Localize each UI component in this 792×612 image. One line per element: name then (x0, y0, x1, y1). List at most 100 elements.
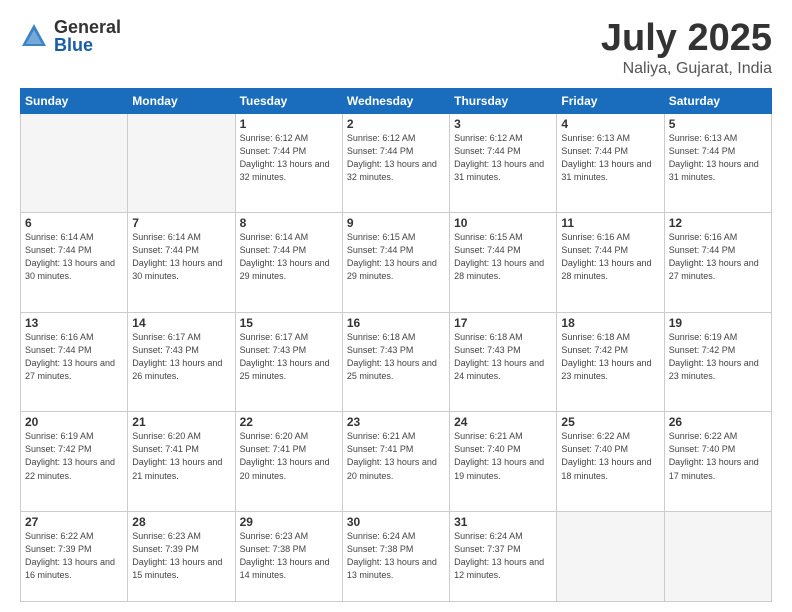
title-block: July 2025 Naliya, Gujarat, India (601, 18, 772, 78)
table-row: 19Sunrise: 6:19 AM Sunset: 7:42 PM Dayli… (664, 312, 771, 412)
day-info: Sunrise: 6:20 AM Sunset: 7:41 PM Dayligh… (240, 430, 338, 482)
day-info: Sunrise: 6:12 AM Sunset: 7:44 PM Dayligh… (454, 132, 552, 184)
table-row: 25Sunrise: 6:22 AM Sunset: 7:40 PM Dayli… (557, 412, 664, 512)
day-number: 4 (561, 117, 659, 131)
day-number: 29 (240, 515, 338, 529)
month-title: July 2025 (601, 18, 772, 60)
logo-icon (20, 22, 48, 50)
table-row (128, 113, 235, 213)
day-number: 10 (454, 216, 552, 230)
logo-general: General (54, 18, 121, 36)
day-number: 3 (454, 117, 552, 131)
day-number: 27 (25, 515, 123, 529)
location-title: Naliya, Gujarat, India (601, 60, 772, 78)
day-number: 16 (347, 316, 445, 330)
table-row (557, 511, 664, 601)
day-info: Sunrise: 6:14 AM Sunset: 7:44 PM Dayligh… (132, 231, 230, 283)
table-row: 4Sunrise: 6:13 AM Sunset: 7:44 PM Daylig… (557, 113, 664, 213)
day-number: 7 (132, 216, 230, 230)
day-info: Sunrise: 6:20 AM Sunset: 7:41 PM Dayligh… (132, 430, 230, 482)
table-row: 7Sunrise: 6:14 AM Sunset: 7:44 PM Daylig… (128, 213, 235, 313)
day-info: Sunrise: 6:22 AM Sunset: 7:39 PM Dayligh… (25, 530, 123, 582)
day-info: Sunrise: 6:19 AM Sunset: 7:42 PM Dayligh… (25, 430, 123, 482)
col-thursday: Thursday (450, 88, 557, 113)
day-number: 25 (561, 415, 659, 429)
day-number: 23 (347, 415, 445, 429)
day-info: Sunrise: 6:16 AM Sunset: 7:44 PM Dayligh… (25, 331, 123, 383)
day-number: 1 (240, 117, 338, 131)
day-info: Sunrise: 6:21 AM Sunset: 7:41 PM Dayligh… (347, 430, 445, 482)
day-number: 19 (669, 316, 767, 330)
day-info: Sunrise: 6:22 AM Sunset: 7:40 PM Dayligh… (669, 430, 767, 482)
day-info: Sunrise: 6:17 AM Sunset: 7:43 PM Dayligh… (132, 331, 230, 383)
table-row: 26Sunrise: 6:22 AM Sunset: 7:40 PM Dayli… (664, 412, 771, 512)
table-row: 16Sunrise: 6:18 AM Sunset: 7:43 PM Dayli… (342, 312, 449, 412)
day-number: 13 (25, 316, 123, 330)
table-row: 5Sunrise: 6:13 AM Sunset: 7:44 PM Daylig… (664, 113, 771, 213)
table-row: 10Sunrise: 6:15 AM Sunset: 7:44 PM Dayli… (450, 213, 557, 313)
day-number: 6 (25, 216, 123, 230)
table-row: 8Sunrise: 6:14 AM Sunset: 7:44 PM Daylig… (235, 213, 342, 313)
day-info: Sunrise: 6:18 AM Sunset: 7:43 PM Dayligh… (347, 331, 445, 383)
day-info: Sunrise: 6:12 AM Sunset: 7:44 PM Dayligh… (240, 132, 338, 184)
table-row: 18Sunrise: 6:18 AM Sunset: 7:42 PM Dayli… (557, 312, 664, 412)
table-row: 21Sunrise: 6:20 AM Sunset: 7:41 PM Dayli… (128, 412, 235, 512)
col-monday: Monday (128, 88, 235, 113)
day-info: Sunrise: 6:13 AM Sunset: 7:44 PM Dayligh… (669, 132, 767, 184)
table-row: 11Sunrise: 6:16 AM Sunset: 7:44 PM Dayli… (557, 213, 664, 313)
table-row: 22Sunrise: 6:20 AM Sunset: 7:41 PM Dayli… (235, 412, 342, 512)
calendar-header-row: Sunday Monday Tuesday Wednesday Thursday… (21, 88, 772, 113)
day-number: 31 (454, 515, 552, 529)
table-row: 6Sunrise: 6:14 AM Sunset: 7:44 PM Daylig… (21, 213, 128, 313)
page-header: General Blue July 2025 Naliya, Gujarat, … (20, 18, 772, 78)
day-number: 21 (132, 415, 230, 429)
col-tuesday: Tuesday (235, 88, 342, 113)
table-row: 27Sunrise: 6:22 AM Sunset: 7:39 PM Dayli… (21, 511, 128, 601)
logo-blue: Blue (54, 36, 121, 54)
day-info: Sunrise: 6:13 AM Sunset: 7:44 PM Dayligh… (561, 132, 659, 184)
table-row: 2Sunrise: 6:12 AM Sunset: 7:44 PM Daylig… (342, 113, 449, 213)
day-info: Sunrise: 6:24 AM Sunset: 7:38 PM Dayligh… (347, 530, 445, 582)
table-row: 9Sunrise: 6:15 AM Sunset: 7:44 PM Daylig… (342, 213, 449, 313)
day-number: 26 (669, 415, 767, 429)
day-number: 11 (561, 216, 659, 230)
day-info: Sunrise: 6:15 AM Sunset: 7:44 PM Dayligh… (347, 231, 445, 283)
table-row: 20Sunrise: 6:19 AM Sunset: 7:42 PM Dayli… (21, 412, 128, 512)
col-friday: Friday (557, 88, 664, 113)
table-row: 13Sunrise: 6:16 AM Sunset: 7:44 PM Dayli… (21, 312, 128, 412)
table-row (21, 113, 128, 213)
table-row: 31Sunrise: 6:24 AM Sunset: 7:37 PM Dayli… (450, 511, 557, 601)
day-number: 12 (669, 216, 767, 230)
table-row: 24Sunrise: 6:21 AM Sunset: 7:40 PM Dayli… (450, 412, 557, 512)
table-row: 28Sunrise: 6:23 AM Sunset: 7:39 PM Dayli… (128, 511, 235, 601)
table-row: 30Sunrise: 6:24 AM Sunset: 7:38 PM Dayli… (342, 511, 449, 601)
col-wednesday: Wednesday (342, 88, 449, 113)
day-number: 9 (347, 216, 445, 230)
day-info: Sunrise: 6:18 AM Sunset: 7:43 PM Dayligh… (454, 331, 552, 383)
day-info: Sunrise: 6:23 AM Sunset: 7:39 PM Dayligh… (132, 530, 230, 582)
table-row: 12Sunrise: 6:16 AM Sunset: 7:44 PM Dayli… (664, 213, 771, 313)
day-info: Sunrise: 6:21 AM Sunset: 7:40 PM Dayligh… (454, 430, 552, 482)
col-saturday: Saturday (664, 88, 771, 113)
day-info: Sunrise: 6:12 AM Sunset: 7:44 PM Dayligh… (347, 132, 445, 184)
day-info: Sunrise: 6:22 AM Sunset: 7:40 PM Dayligh… (561, 430, 659, 482)
day-info: Sunrise: 6:18 AM Sunset: 7:42 PM Dayligh… (561, 331, 659, 383)
day-info: Sunrise: 6:16 AM Sunset: 7:44 PM Dayligh… (561, 231, 659, 283)
day-number: 18 (561, 316, 659, 330)
day-info: Sunrise: 6:16 AM Sunset: 7:44 PM Dayligh… (669, 231, 767, 283)
day-info: Sunrise: 6:14 AM Sunset: 7:44 PM Dayligh… (25, 231, 123, 283)
day-number: 22 (240, 415, 338, 429)
calendar-table: Sunday Monday Tuesday Wednesday Thursday… (20, 88, 772, 602)
day-number: 20 (25, 415, 123, 429)
day-info: Sunrise: 6:19 AM Sunset: 7:42 PM Dayligh… (669, 331, 767, 383)
day-number: 30 (347, 515, 445, 529)
table-row: 29Sunrise: 6:23 AM Sunset: 7:38 PM Dayli… (235, 511, 342, 601)
day-number: 8 (240, 216, 338, 230)
day-info: Sunrise: 6:24 AM Sunset: 7:37 PM Dayligh… (454, 530, 552, 582)
day-info: Sunrise: 6:14 AM Sunset: 7:44 PM Dayligh… (240, 231, 338, 283)
day-number: 17 (454, 316, 552, 330)
table-row: 17Sunrise: 6:18 AM Sunset: 7:43 PM Dayli… (450, 312, 557, 412)
day-number: 24 (454, 415, 552, 429)
col-sunday: Sunday (21, 88, 128, 113)
day-info: Sunrise: 6:17 AM Sunset: 7:43 PM Dayligh… (240, 331, 338, 383)
